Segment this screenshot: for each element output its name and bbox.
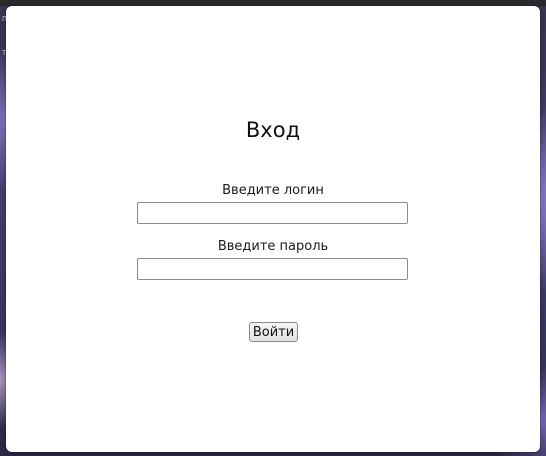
- password-input[interactable]: [137, 258, 408, 280]
- login-button[interactable]: Войти: [249, 322, 298, 342]
- password-label: Введите пароль: [217, 239, 329, 254]
- username-input[interactable]: [137, 202, 408, 224]
- login-title: Вход: [245, 118, 301, 142]
- username-label: Введите логин: [222, 183, 324, 198]
- login-dialog: Вход Введите логин Введите пароль Войти: [6, 6, 540, 452]
